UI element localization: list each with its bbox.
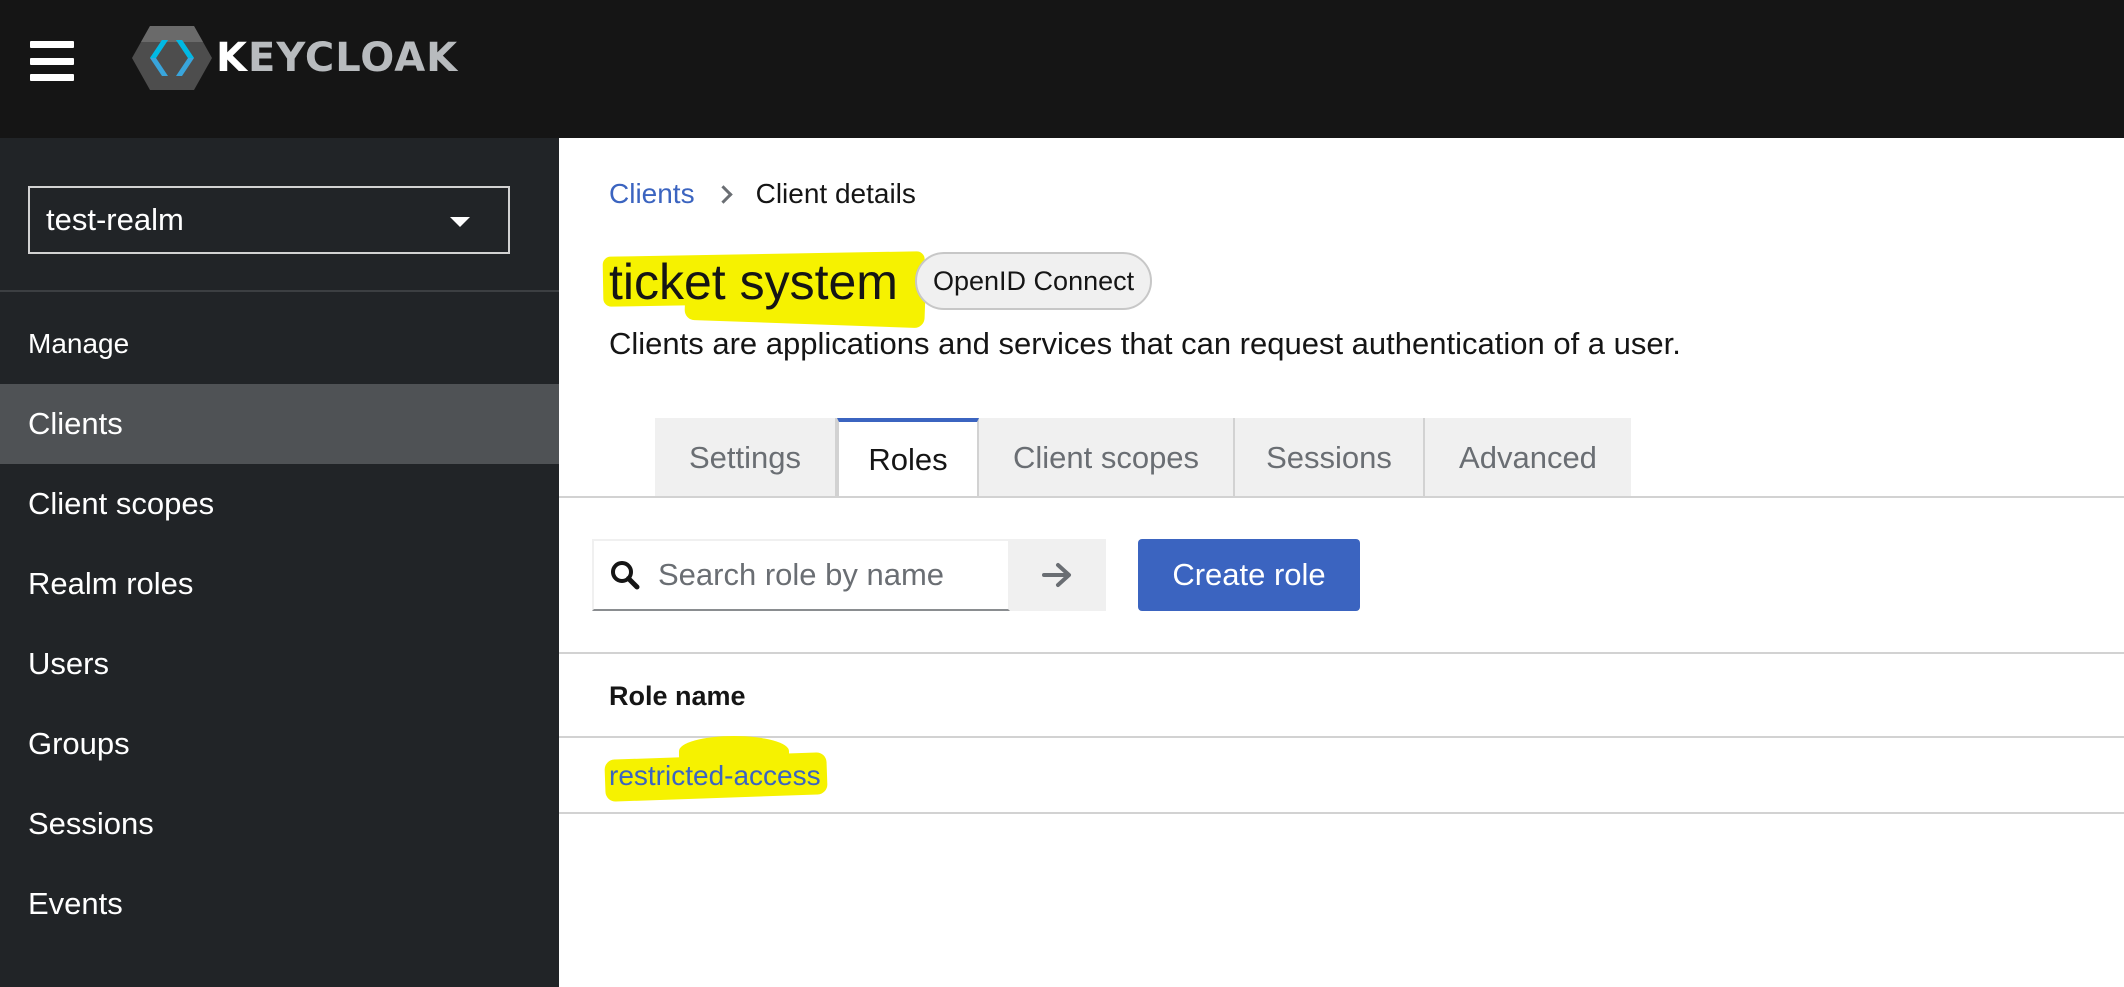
keycloak-logo[interactable]: KEYCLOAK [132, 26, 458, 90]
page-title: ticket system [609, 254, 898, 310]
keycloak-wordmark: KEYCLOAK [216, 35, 459, 81]
realm-selector-value: test-realm [46, 202, 184, 237]
column-header-role-name[interactable]: Role name [609, 681, 746, 712]
sidebar-item-sessions[interactable]: Sessions [0, 784, 559, 864]
tab-client-scopes[interactable]: Client scopes [979, 418, 1235, 498]
tab-roles[interactable]: Roles [837, 418, 979, 498]
search-input[interactable] [656, 556, 1000, 594]
keycloak-hexagon-icon [132, 26, 212, 90]
protocol-badge: OpenID Connect [915, 252, 1153, 310]
tab-settings[interactable]: Settings [655, 418, 837, 498]
hamburger-bar [30, 74, 74, 81]
hamburger-bar [30, 57, 74, 65]
create-role-button[interactable]: Create role [1138, 539, 1360, 611]
sidebar-item-users[interactable]: Users [0, 624, 559, 704]
sidebar-item-realm-roles[interactable]: Realm roles [0, 544, 559, 624]
table-header-divider [559, 736, 2124, 738]
breadcrumb: Clients Client details [609, 178, 916, 210]
table-row-divider [559, 812, 2124, 814]
breadcrumb-link-clients[interactable]: Clients [609, 178, 695, 210]
chevron-right-icon [713, 184, 733, 204]
sidebar-section-title: Manage [28, 328, 130, 359]
realm-selector[interactable]: test-realm [28, 186, 510, 254]
table-divider [559, 652, 2124, 654]
role-name-link[interactable]: restricted-access [609, 760, 821, 792]
search-icon [611, 561, 640, 590]
sidebar-nav: Clients Client scopes Realm roles Users … [0, 384, 559, 944]
sidebar-item-clients[interactable]: Clients [0, 384, 559, 464]
hamburger-bar [30, 41, 74, 48]
client-tabs: Settings Roles Client scopes Sessions Ad… [655, 418, 1631, 498]
search-field [592, 539, 1010, 611]
sidebar: test-realm Manage Clients Client scopes … [0, 138, 559, 987]
page-description: Clients are applications and services th… [609, 326, 1681, 361]
role-search [592, 539, 1106, 611]
sidebar-item-events[interactable]: Events [0, 864, 559, 944]
tabs-divider [559, 496, 2124, 498]
breadcrumb-current: Client details [755, 178, 916, 209]
search-submit-button[interactable] [1010, 539, 1106, 611]
page-header: ticket system OpenID Connect [559, 250, 1459, 329]
caret-down-icon [450, 217, 470, 227]
arrow-right-icon [1042, 563, 1071, 587]
hamburger-menu-button[interactable] [30, 41, 74, 81]
main-content: Clients Client details ticket system Ope… [559, 138, 2124, 987]
masthead: KEYCLOAK [0, 0, 2124, 138]
sidebar-divider [0, 290, 559, 292]
sidebar-item-client-scopes[interactable]: Client scopes [0, 464, 559, 544]
tab-advanced[interactable]: Advanced [1425, 418, 1631, 498]
tab-sessions[interactable]: Sessions [1235, 418, 1425, 498]
sidebar-item-groups[interactable]: Groups [0, 704, 559, 784]
